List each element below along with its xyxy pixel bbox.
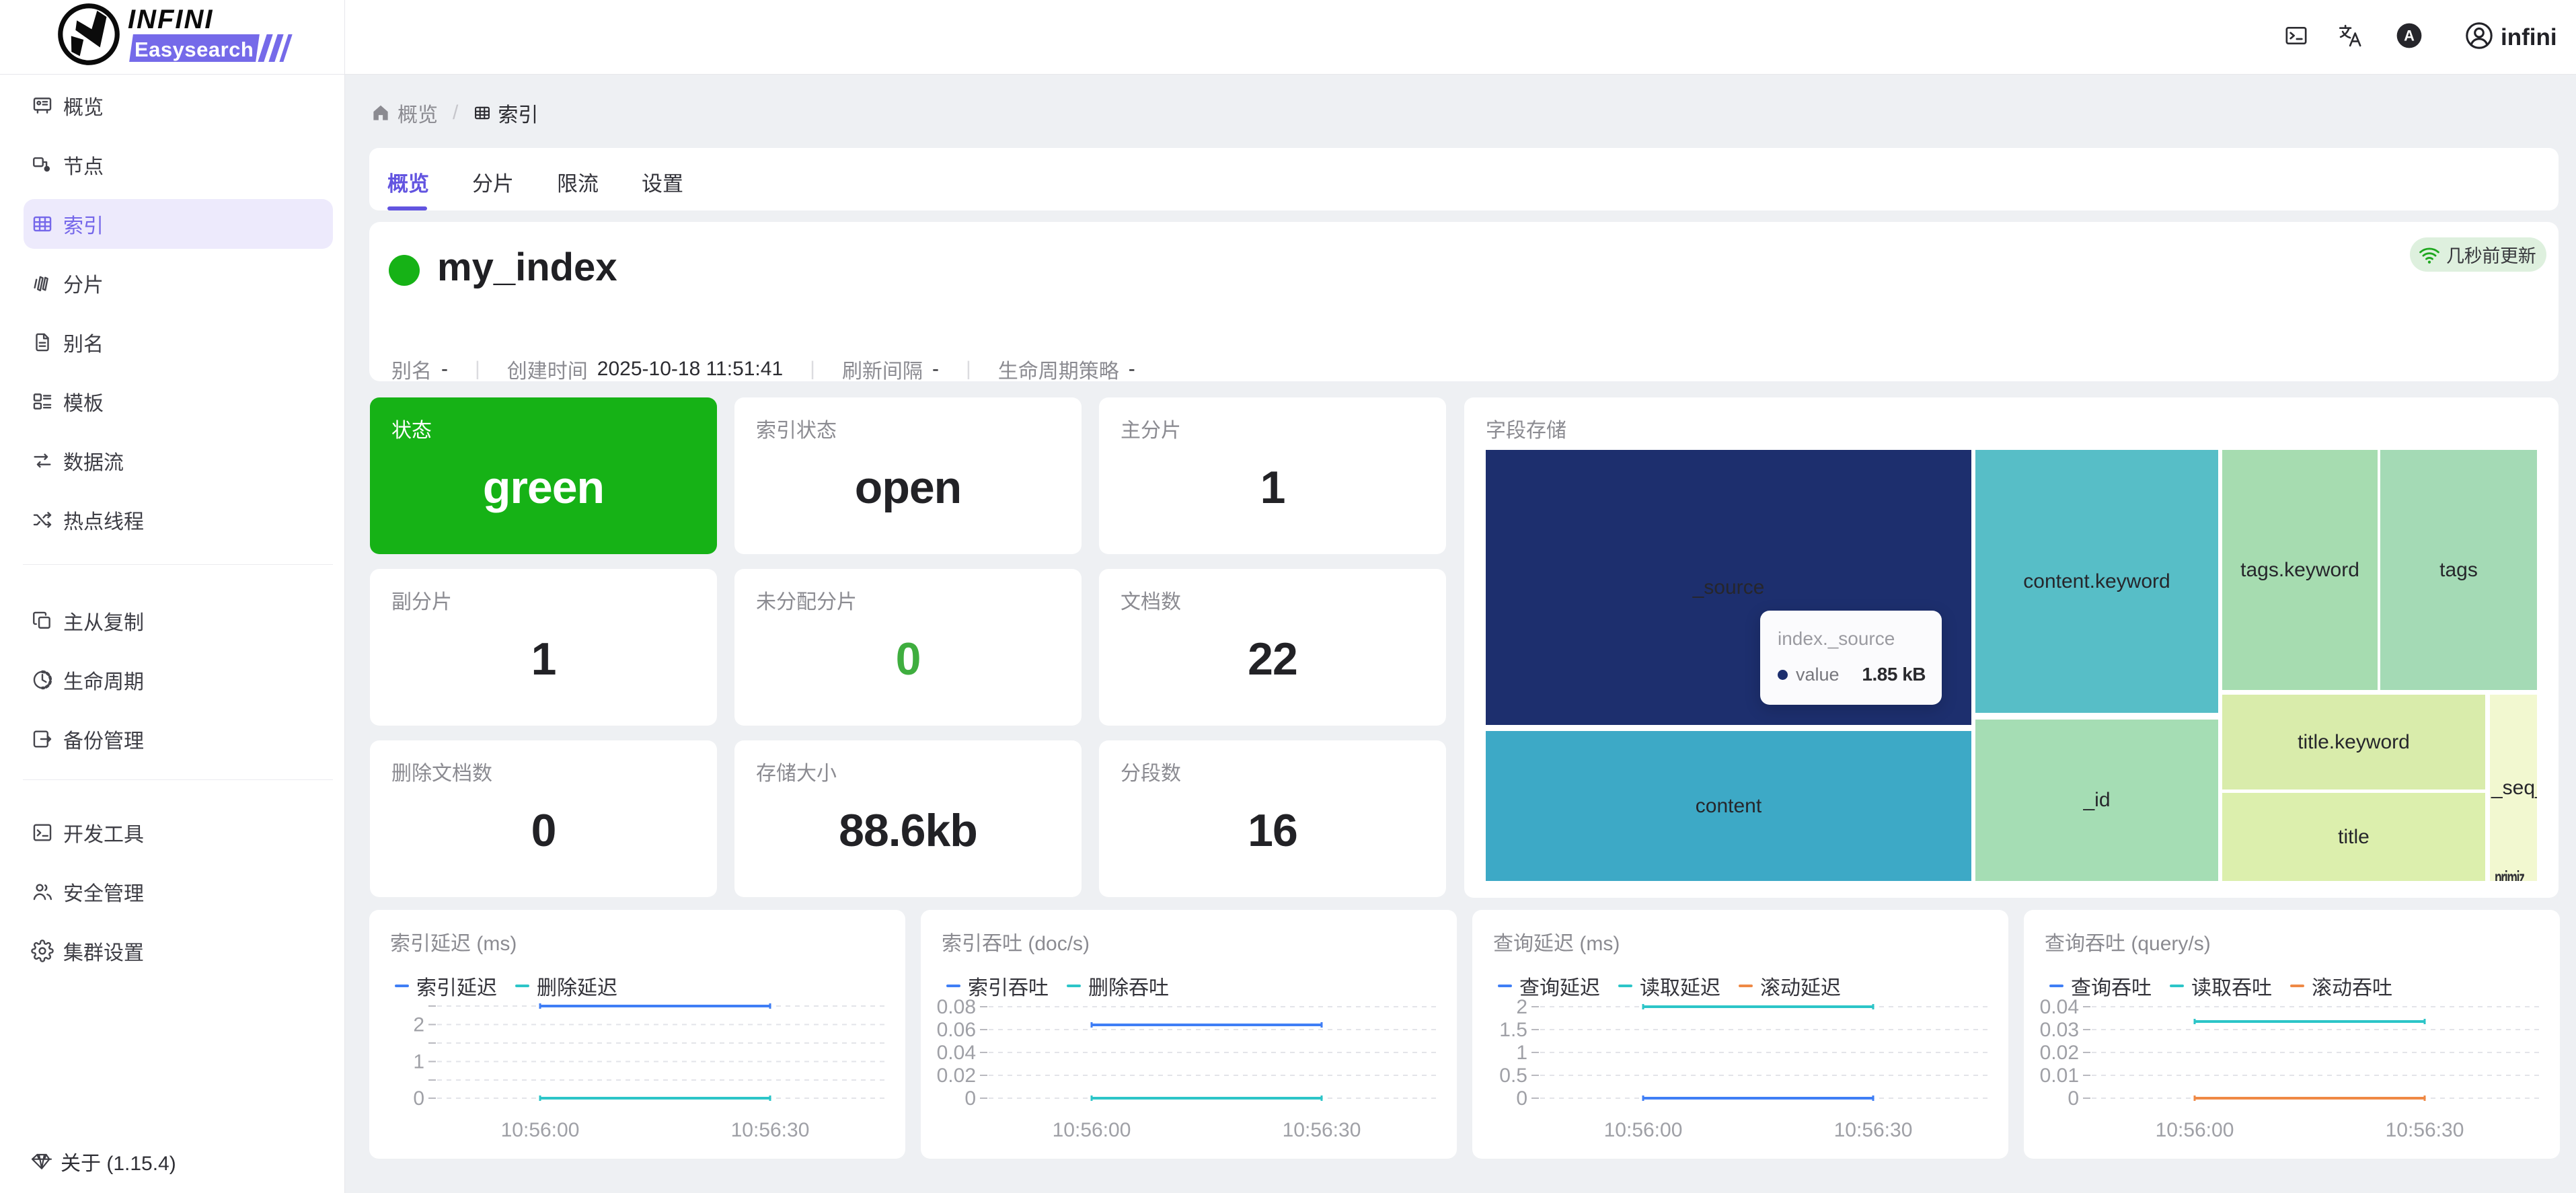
svg-text:10:56:00: 10:56:00	[501, 1119, 580, 1141]
svg-text:10:56:00: 10:56:00	[1604, 1119, 1683, 1141]
svg-text:0: 0	[964, 1087, 976, 1110]
svg-text:2: 2	[413, 1014, 424, 1036]
svg-text:1: 1	[1516, 1042, 1527, 1064]
svg-text:10:56:30: 10:56:30	[1283, 1119, 1361, 1141]
svg-text:A: A	[2404, 28, 2415, 44]
svg-text:1: 1	[413, 1051, 424, 1073]
svg-text:1.5: 1.5	[1499, 1019, 1527, 1041]
svg-text:0.06: 0.06	[937, 1019, 976, 1041]
svg-text:2: 2	[1516, 996, 1527, 1018]
svg-text:0.08: 0.08	[937, 996, 976, 1018]
svg-text:10:56:30: 10:56:30	[1834, 1119, 1913, 1141]
svg-text:0.5: 0.5	[1499, 1065, 1527, 1087]
svg-text:0.02: 0.02	[2040, 1042, 2079, 1064]
svg-text:0.03: 0.03	[2040, 1019, 2079, 1041]
svg-text:10:56:30: 10:56:30	[731, 1119, 810, 1141]
svg-text:0: 0	[1516, 1087, 1527, 1110]
svg-text:0: 0	[413, 1087, 424, 1110]
svg-text:0.04: 0.04	[937, 1042, 976, 1064]
svg-text:10:56:00: 10:56:00	[1053, 1119, 1131, 1141]
svg-text:0.04: 0.04	[2040, 996, 2079, 1018]
svg-text:10:56:30: 10:56:30	[2386, 1119, 2464, 1141]
svg-text:0.02: 0.02	[937, 1065, 976, 1087]
svg-text:0.01: 0.01	[2040, 1065, 2079, 1087]
svg-text:10:56:00: 10:56:00	[2156, 1119, 2234, 1141]
svg-text:0: 0	[2068, 1087, 2079, 1110]
